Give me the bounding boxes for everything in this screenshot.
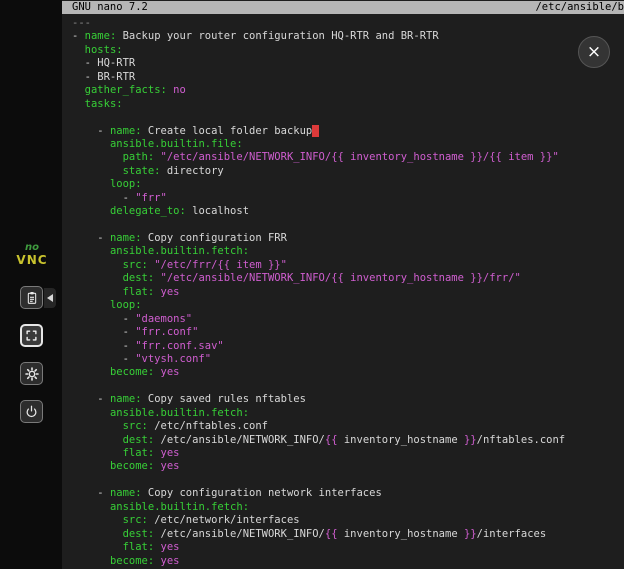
editor-line: become: yes	[72, 460, 624, 473]
editor-line: hosts:	[72, 44, 624, 57]
editor-line: become: yes	[72, 555, 624, 568]
settings-gear-icon	[24, 366, 40, 382]
nano-app-title: GNU nano 7.2	[72, 1, 148, 14]
close-icon: ×	[587, 44, 601, 61]
novnc-logo-text: VNC	[14, 254, 50, 267]
editor-line: dest: /etc/ansible/NETWORK_INFO/{{ inven…	[72, 434, 624, 447]
nano-file-path: /etc/ansible/b	[535, 1, 624, 14]
editor-line: flat: yes	[72, 447, 624, 460]
editor-line: loop:	[72, 299, 624, 312]
editor-line	[72, 219, 624, 232]
editor-line: ---	[72, 17, 624, 30]
terminal[interactable]: GNU nano 7.2 /etc/ansible/b ---- name: B…	[62, 0, 624, 569]
editor-line: dest: /etc/ansible/NETWORK_INFO/{{ inven…	[72, 528, 624, 541]
editor-line: - "daemons"	[72, 313, 624, 326]
editor-line: ansible.builtin.fetch:	[72, 407, 624, 420]
editor-line: ansible.builtin.fetch:	[72, 501, 624, 514]
fullscreen-button[interactable]	[20, 324, 43, 347]
editor-line: path: "/etc/ansible/NETWORK_INFO/{{ inve…	[72, 151, 624, 164]
editor-line: - HQ-RTR	[72, 57, 624, 70]
editor-line: dest: "/etc/ansible/NETWORK_INFO/{{ inve…	[72, 272, 624, 285]
editor-line: ansible.builtin.file:	[72, 138, 624, 151]
editor-line: ansible.builtin.fetch:	[72, 245, 624, 258]
editor-line: src: /etc/network/interfaces	[72, 514, 624, 527]
editor-line	[72, 111, 624, 124]
editor-line: src: /etc/nftables.conf	[72, 420, 624, 433]
editor-line: tasks:	[72, 98, 624, 111]
editor-line: - name: Copy saved rules nftables	[72, 393, 624, 406]
vnc-control-bar: no VNC	[0, 0, 62, 569]
power-button[interactable]	[20, 400, 43, 423]
editor-line: flat: yes	[72, 541, 624, 554]
editor-line: state: directory	[72, 165, 624, 178]
settings-button[interactable]	[20, 362, 43, 385]
novnc-logo-top: no	[14, 243, 50, 254]
editor-line: - "frr"	[72, 192, 624, 205]
editor-line: - name: Backup your router configuration…	[72, 30, 624, 43]
screen: no VNC	[0, 0, 624, 569]
editor-line: delegate_to: localhost	[72, 205, 624, 218]
editor-line: - "frr.conf"	[72, 326, 624, 339]
nano-titlebar: GNU nano 7.2 /etc/ansible/b	[62, 1, 624, 14]
editor-line: gather_facts: no	[72, 84, 624, 97]
novnc-logo: no VNC	[14, 243, 50, 266]
editor-line: - name: Create local folder backup	[72, 125, 624, 138]
clipboard-button[interactable]	[20, 286, 43, 309]
fullscreen-icon	[24, 328, 39, 343]
editor-line: loop:	[72, 178, 624, 191]
clipboard-icon	[24, 290, 40, 306]
editor-line: - "frr.conf.sav"	[72, 340, 624, 353]
collapse-arrow-icon	[47, 294, 53, 302]
editor-line: become: yes	[72, 366, 624, 379]
editor-line: - name: Copy configuration network inter…	[72, 487, 624, 500]
power-icon	[24, 404, 39, 419]
close-button[interactable]: ×	[578, 36, 610, 68]
control-bar-handle[interactable]	[44, 288, 56, 308]
editor-line	[72, 474, 624, 487]
editor-line: src: "/etc/frr/{{ item }}"	[72, 259, 624, 272]
editor-line: - "vtysh.conf"	[72, 353, 624, 366]
editor-line: - name: Copy configuration FRR	[72, 232, 624, 245]
editor-line: - BR-RTR	[72, 71, 624, 84]
editor-line: flat: yes	[72, 286, 624, 299]
editor-line	[72, 380, 624, 393]
editor-content[interactable]: ---- name: Backup your router configurat…	[62, 14, 624, 568]
